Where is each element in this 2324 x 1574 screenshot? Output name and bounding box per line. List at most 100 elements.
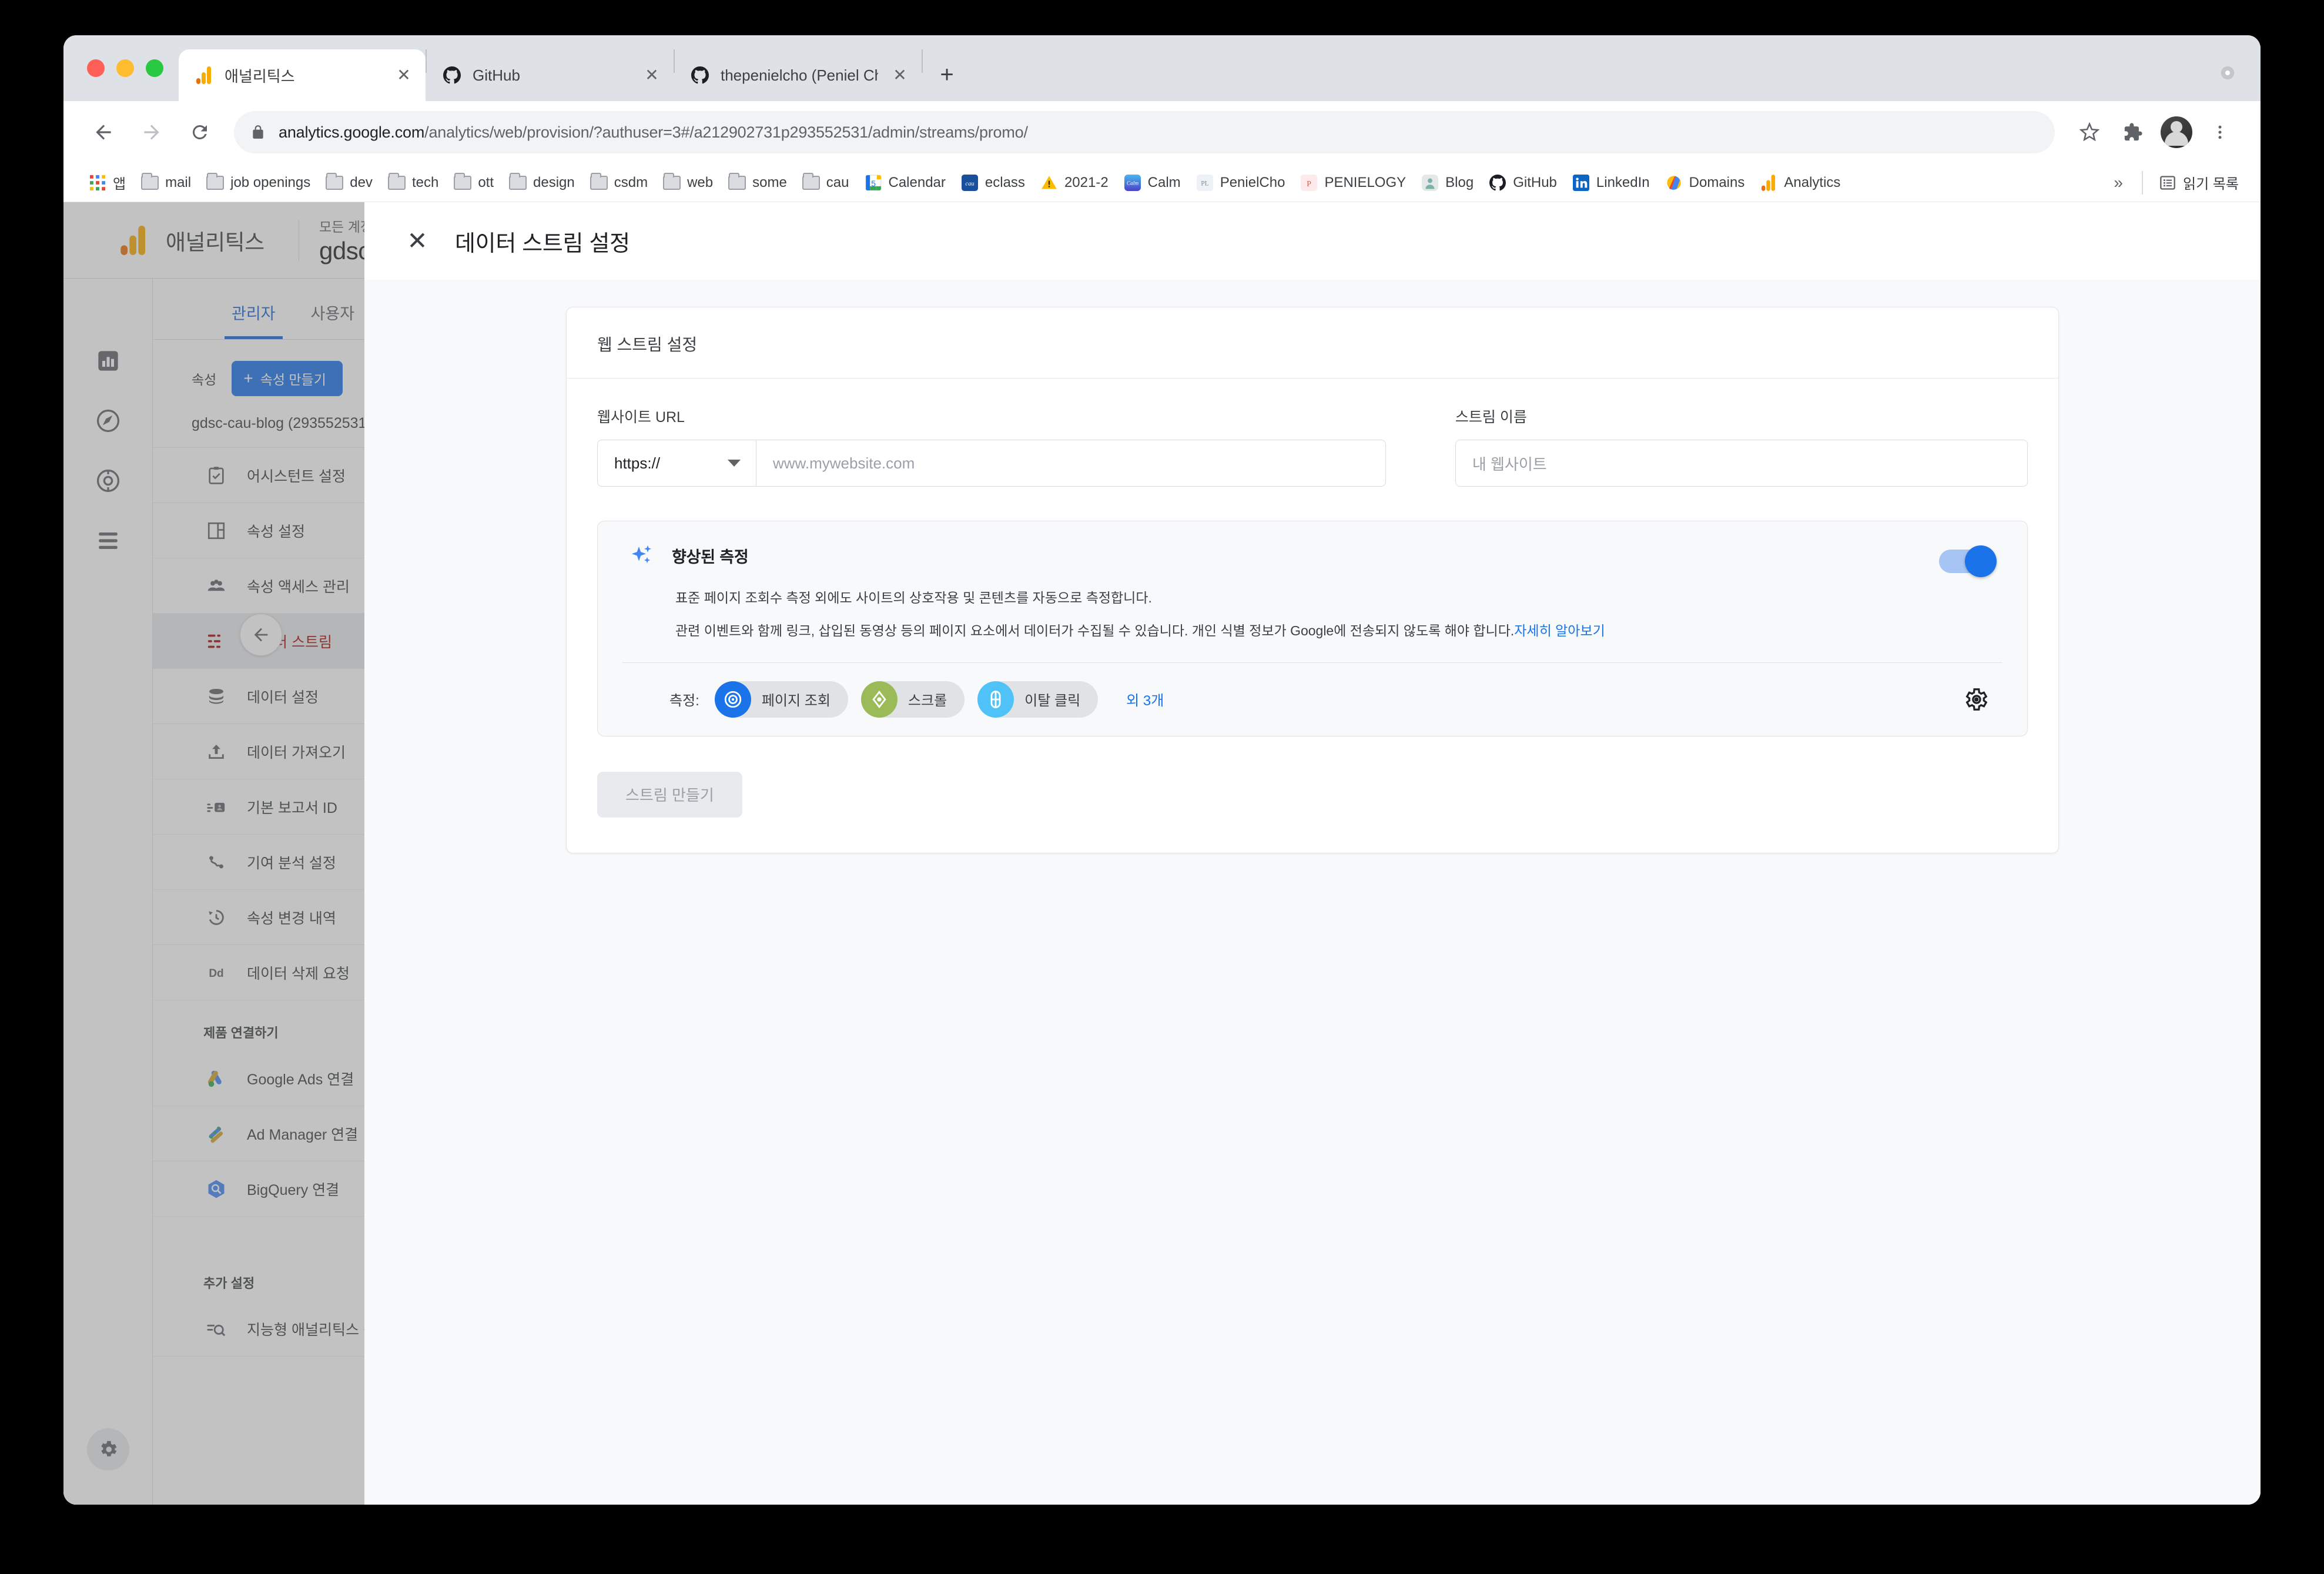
close-icon[interactable]: ✕: [403, 229, 431, 253]
website-url-label: 웹사이트 URL: [597, 409, 685, 426]
bookmark-label: Calm: [1147, 174, 1181, 190]
protocol-value: https://: [614, 454, 661, 472]
url-path: /analytics/web/provision/?authuser=3#/a2…: [424, 123, 1028, 141]
google-calendar-icon: 5: [865, 174, 882, 192]
bookmark-calm[interactable]: Calm Calm: [1116, 170, 1188, 195]
bookmark-apps[interactable]: 앱: [81, 169, 133, 196]
p-icon: P: [1300, 174, 1318, 192]
bookmarks-overflow-button[interactable]: »: [2103, 173, 2134, 192]
measurement-chips: 페이지 조회 스크롤 이탈 클릭 외 3개: [714, 681, 1164, 718]
window-traffic-lights: [63, 35, 179, 101]
stream-name-label: 스트림 이름: [1455, 409, 1527, 426]
bookmark-label: GitHub: [1513, 174, 1557, 190]
stream-name-input[interactable]: 내 웹사이트: [1455, 440, 2028, 487]
protocol-select[interactable]: https://: [598, 440, 756, 486]
chip-page-view[interactable]: 페이지 조회: [714, 681, 848, 718]
new-tab-button[interactable]: +: [929, 56, 965, 93]
sparkle-icon: [628, 541, 657, 570]
bookmark-label: eclass: [984, 174, 1025, 190]
create-stream-button[interactable]: 스트림 만들기: [597, 771, 742, 818]
bookmark-penielogy[interactable]: P PENIELOGY: [1292, 170, 1414, 195]
bookmark-web[interactable]: web: [655, 170, 721, 195]
cau-icon: cau: [961, 174, 979, 192]
bookmark-2021-2[interactable]: 2021-2: [1033, 170, 1116, 195]
bookmark-label: csdm: [614, 174, 648, 190]
lock-icon: [250, 123, 266, 141]
bookmark-dev[interactable]: dev: [318, 170, 380, 195]
chevron-down-icon: [728, 460, 741, 467]
chip-label: 이탈 클릭: [1024, 693, 1081, 709]
bookmark-design[interactable]: design: [501, 170, 582, 195]
reading-list-button[interactable]: 읽기 목록: [2151, 169, 2246, 196]
bookmark-cau[interactable]: cau: [795, 170, 857, 195]
forward-button[interactable]: [129, 110, 174, 155]
bookmark-label: 2021-2: [1064, 174, 1109, 190]
folder-icon: [590, 172, 608, 192]
bookmarks-bar: 앱 mail job openings dev tech ott design …: [63, 163, 2261, 202]
bookmark-label: Domains: [1689, 174, 1745, 190]
bookmark-penielcho[interactable]: PL PenielCho: [1188, 170, 1293, 195]
bookmark-analytics[interactable]: Analytics: [1752, 170, 1848, 195]
tab-search-icon[interactable]: [2215, 60, 2241, 86]
website-url-input[interactable]: www.mywebsite.com: [756, 440, 1385, 486]
bookmark-domains[interactable]: Domains: [1657, 170, 1753, 195]
maximize-window-button[interactable]: [146, 59, 163, 77]
bookmark-blog[interactable]: Blog: [1414, 170, 1481, 195]
bookmark-label: ott: [478, 174, 494, 190]
tab-close-icon[interactable]: ✕: [393, 64, 415, 86]
tab-title: 애널리틱스: [225, 67, 295, 85]
chip-scroll[interactable]: 스크롤: [860, 681, 965, 718]
desktop-background: 애널리틱스 ✕ GitHub ✕ thepenielcho (Peniel Ch…: [0, 0, 2324, 1574]
enhanced-measurement-paragraph-2: 관련 이벤트와 함께 링크, 삽입된 동영상 등의 페이지 요소에서 데이터가 …: [675, 620, 1733, 642]
chip-outbound-click[interactable]: 이탈 클릭: [977, 681, 1099, 718]
bookmark-some[interactable]: some: [721, 170, 795, 195]
enhanced-measurement-toggle[interactable]: [1939, 545, 1997, 577]
modal-title: 데이터 스트림 설정: [455, 231, 630, 256]
github-icon: [690, 65, 710, 85]
bookmark-label: Blog: [1445, 174, 1474, 190]
enhanced-measurement-title-row: 향상된 측정: [628, 541, 1939, 570]
enhanced-measurement-chips-row: 측정: 페이지 조회 스크롤 이탈 클릭 외 3개: [622, 663, 2002, 736]
more-chips-link[interactable]: 외 3개: [1126, 689, 1164, 709]
toolbar-actions: [2069, 112, 2241, 153]
browser-toolbar: analytics.google.com/analytics/web/provi…: [63, 101, 2261, 163]
learn-more-link[interactable]: 자세히 알아보기: [1514, 623, 1605, 638]
minimize-window-button[interactable]: [116, 59, 134, 77]
modal-header: ✕ 데이터 스트림 설정: [364, 202, 2261, 280]
form-fields-row: 웹사이트 URL https:// www.mywebsite.com 스트림 …: [597, 406, 2028, 487]
gear-icon[interactable]: [1957, 681, 1994, 718]
reload-button[interactable]: [178, 110, 222, 155]
bookmark-tech[interactable]: tech: [380, 170, 446, 195]
browser-tab-analytics[interactable]: 애널리틱스 ✕: [179, 49, 426, 101]
bookmark-job-openings[interactable]: job openings: [199, 170, 318, 195]
bookmark-github[interactable]: GitHub: [1481, 170, 1565, 195]
bookmark-label: Calendar: [888, 174, 946, 190]
ga-logo-icon: [194, 65, 214, 85]
tab-close-icon[interactable]: ✕: [641, 64, 663, 86]
ga-logo-icon: [1760, 174, 1777, 192]
extensions-icon[interactable]: [2112, 112, 2154, 153]
bookmark-label: mail: [165, 174, 192, 190]
linkedin-icon: [1572, 174, 1590, 192]
more-menu-icon[interactable]: [2199, 112, 2241, 153]
tab-close-icon[interactable]: ✕: [889, 64, 911, 86]
browser-tab-thepenielcho[interactable]: thepenielcho (Peniel Cho) ✕: [675, 49, 922, 101]
bookmark-eclass[interactable]: cau eclass: [953, 170, 1033, 195]
bookmark-label: tech: [411, 174, 439, 190]
bookmark-calendar[interactable]: 5 Calendar: [857, 170, 953, 195]
back-button[interactable]: [81, 110, 126, 155]
address-bar[interactable]: analytics.google.com/analytics/web/provi…: [234, 111, 2055, 153]
bookmark-csdm[interactable]: csdm: [582, 170, 655, 195]
bookmark-mail[interactable]: mail: [133, 170, 199, 195]
github-icon: [442, 65, 462, 85]
google-domains-icon: [1665, 174, 1683, 192]
folder-icon: [206, 172, 225, 192]
close-window-button[interactable]: [87, 59, 105, 77]
scroll-icon: [860, 681, 898, 718]
browser-tab-github[interactable]: GitHub ✕: [427, 49, 674, 101]
star-icon[interactable]: [2069, 112, 2110, 153]
profile-avatar[interactable]: [2156, 112, 2197, 153]
bookmark-ott[interactable]: ott: [446, 170, 501, 195]
card-body: 웹사이트 URL https:// www.mywebsite.com 스트림 …: [567, 379, 2058, 853]
bookmark-linkedin[interactable]: LinkedIn: [1565, 170, 1657, 195]
